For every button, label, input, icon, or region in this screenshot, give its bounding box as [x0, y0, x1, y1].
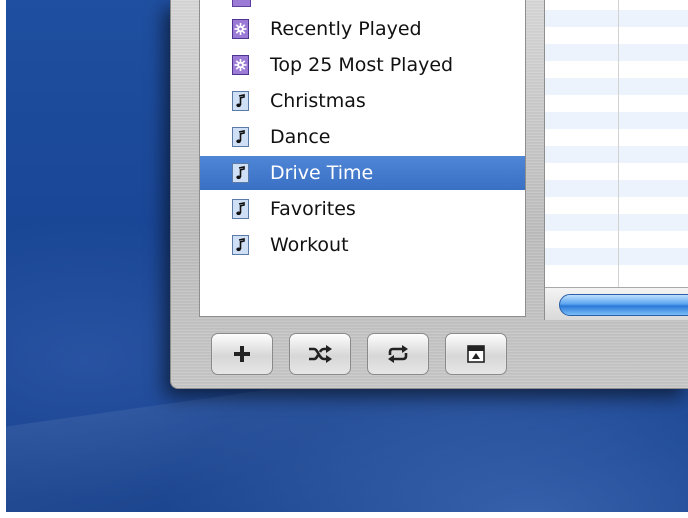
- table-row: [545, 10, 688, 27]
- partial-playlist-icon: [232, 0, 251, 7]
- playlist-label: Christmas: [270, 90, 366, 112]
- shuffle-icon: [307, 344, 333, 364]
- playlist-icon: [232, 199, 249, 219]
- smart-playlist-icon: [232, 19, 249, 39]
- playlist-label: Top 25 Most Played: [270, 54, 454, 76]
- plus-icon: [232, 344, 252, 364]
- shuffle-button[interactable]: [289, 333, 351, 375]
- add-playlist-button[interactable]: [211, 333, 273, 375]
- playlist-icon: [232, 235, 249, 255]
- playlist-item-drive-time[interactable]: Drive Time: [200, 156, 525, 190]
- playlist-icon: [232, 91, 249, 111]
- table-row: [545, 112, 688, 129]
- playlist-item-top-25-most-played[interactable]: Top 25 Most Played: [200, 48, 525, 82]
- table-row: [545, 214, 688, 231]
- itunes-window: Recently Played Top 25 Most Played Chris…: [170, 0, 688, 389]
- show-artwork-icon: [466, 344, 486, 364]
- playlist-label: Workout: [270, 234, 349, 256]
- source-list[interactable]: Recently Played Top 25 Most Played Chris…: [199, 0, 526, 317]
- song-list-pane[interactable]: [544, 0, 688, 320]
- playlist-label: Dance: [270, 126, 331, 148]
- table-row: [545, 146, 688, 163]
- table-row: [545, 180, 688, 197]
- table-row: [545, 78, 688, 95]
- smart-playlist-icon: [232, 55, 249, 75]
- horizontal-scrollbar[interactable]: [545, 287, 688, 320]
- playlist-label: Recently Played: [270, 18, 422, 40]
- table-row: [545, 44, 688, 61]
- playlist-item-recently-played[interactable]: Recently Played: [200, 12, 525, 46]
- playlist-icon: [232, 163, 249, 183]
- playlist-item-dance[interactable]: Dance: [200, 120, 525, 154]
- playlist-item-workout[interactable]: Workout: [200, 228, 525, 262]
- show-artwork-button[interactable]: [445, 333, 507, 375]
- table-row: [545, 248, 688, 265]
- playlist-item-christmas[interactable]: Christmas: [200, 84, 525, 118]
- repeat-icon: [385, 344, 411, 364]
- playlist-label: Favorites: [270, 198, 356, 220]
- playlist-label: Drive Time: [270, 162, 374, 184]
- repeat-button[interactable]: [367, 333, 429, 375]
- scrollbar-thumb[interactable]: [559, 294, 688, 316]
- playlist-icon: [232, 127, 249, 147]
- playlist-item-favorites[interactable]: Favorites: [200, 192, 525, 226]
- column-divider: [618, 0, 619, 290]
